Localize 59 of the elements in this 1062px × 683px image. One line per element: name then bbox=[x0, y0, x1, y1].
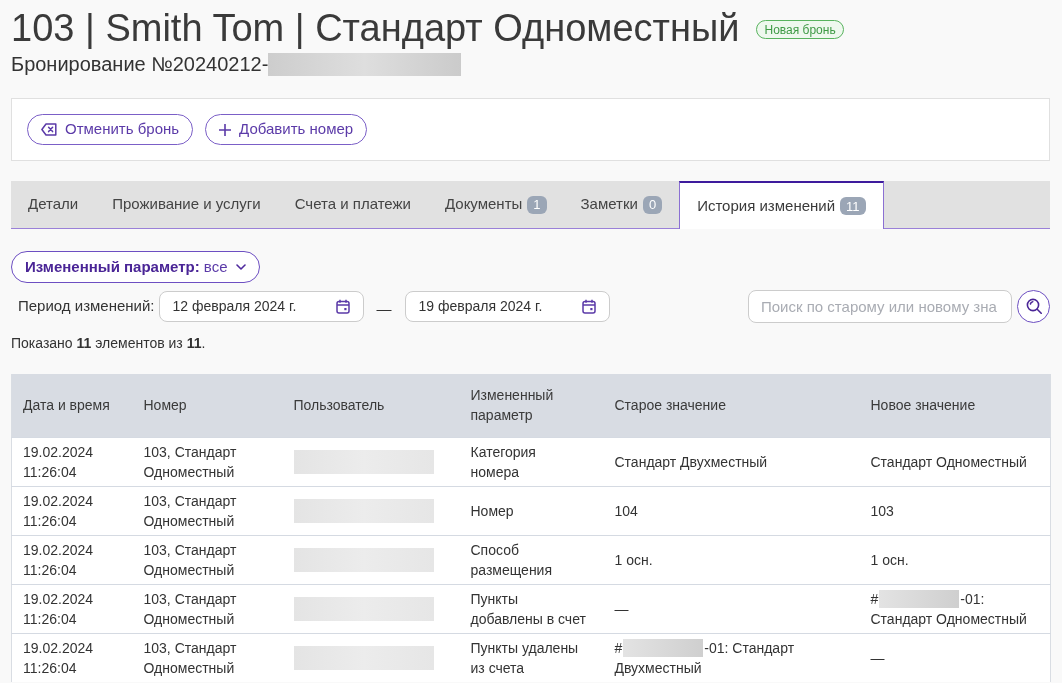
backspace-x-icon bbox=[41, 123, 57, 136]
column-header: Измененный параметр bbox=[460, 374, 605, 437]
date-separator: — bbox=[376, 298, 392, 319]
table-cell: 103, Стандарт Одноместный bbox=[133, 437, 284, 486]
table-cell: 19.02.2024 11:26:04 bbox=[11, 535, 134, 584]
tab[interactable]: Документы 1 bbox=[427, 181, 564, 228]
results-summary: Показано 11 элементов из 11. bbox=[11, 334, 207, 353]
table-cell: 19.02.2024 11:26:04 bbox=[11, 633, 134, 682]
column-header: Дата и время bbox=[11, 374, 134, 437]
calendar-icon bbox=[581, 298, 596, 314]
cancel-booking-button[interactable]: Отменить бронь bbox=[27, 114, 194, 145]
table-cell: # -01: Стандарт Одноместный bbox=[860, 584, 1051, 633]
column-header: Номер bbox=[133, 374, 284, 437]
field-label: Период изменений: bbox=[18, 295, 155, 316]
date-field[interactable]: 12 февраля 2024 г. bbox=[158, 290, 364, 322]
table-cell: # -01: Стандарт Двухместный bbox=[604, 633, 861, 682]
table-cell: 103, Стандарт Одноместный bbox=[133, 535, 284, 584]
table-cell: Стандарт Двухместный bbox=[604, 437, 861, 486]
tab[interactable]: Проживание и услуги bbox=[95, 181, 278, 228]
plus-icon bbox=[219, 123, 232, 136]
parameter-filter-button[interactable]: Измененный параметр: все bbox=[11, 251, 260, 283]
tab[interactable]: Заметки 0 bbox=[563, 181, 680, 228]
table-cell: 19.02.2024 11:26:04 bbox=[11, 584, 134, 633]
table-cell: Способ размещения bbox=[460, 535, 605, 584]
table-cell: 1 осн. bbox=[604, 535, 861, 584]
column-header: Пользователь bbox=[283, 374, 461, 437]
tab[interactable]: История изменений 11 bbox=[679, 181, 884, 229]
table-cell: Номер bbox=[460, 486, 605, 535]
table-cell: 103, Стандарт Одноместный bbox=[133, 584, 284, 633]
table-cell: — bbox=[860, 633, 1051, 682]
table-cell: 103 bbox=[860, 486, 1051, 535]
page-title: 103 | Smith Tom | Стандарт Одноместный bbox=[11, 6, 740, 51]
tab[interactable]: Счета и платежи bbox=[277, 181, 428, 228]
column-header: Старое значение bbox=[604, 374, 861, 437]
table-cell: — bbox=[604, 584, 861, 633]
status-badge: Новая бронь bbox=[756, 20, 844, 39]
count-badge: 11 bbox=[840, 197, 866, 215]
table-cell: 19.02.2024 11:26:04 bbox=[11, 486, 134, 535]
tab[interactable]: Детали bbox=[11, 181, 96, 228]
table-cell: Стандарт Одноместный bbox=[860, 437, 1051, 486]
search-button[interactable] bbox=[1017, 289, 1050, 323]
add-room-button[interactable]: Добавить номер bbox=[205, 114, 368, 145]
search-icon bbox=[1025, 298, 1042, 314]
count-badge: 1 bbox=[527, 195, 547, 214]
calendar-icon bbox=[335, 298, 350, 314]
count-badge: 0 bbox=[642, 195, 663, 214]
date-field[interactable]: 19 февраля 2024 г. bbox=[404, 290, 610, 322]
table-cell: 19.02.2024 11:26:04 bbox=[11, 437, 134, 486]
table-cell: 1 осн. bbox=[860, 535, 1051, 584]
table-cell: 103, Стандарт Одноместный bbox=[133, 486, 284, 535]
table-cell: Пункты удалены из счета bbox=[460, 633, 605, 682]
table-cell: Пункты добавлены в счет bbox=[460, 584, 605, 633]
table-cell: Категория номера bbox=[460, 437, 605, 486]
table-cell: 103, Стандарт Одноместный bbox=[133, 633, 284, 682]
booking-number: Бронирование №20240212- bbox=[11, 52, 269, 77]
table-cell: 104 bbox=[604, 486, 861, 535]
search-field[interactable]: Поиск по старому или новому зна bbox=[748, 289, 1012, 323]
chevron-down-icon bbox=[235, 264, 246, 270]
column-header: Новое значение bbox=[860, 374, 1051, 437]
